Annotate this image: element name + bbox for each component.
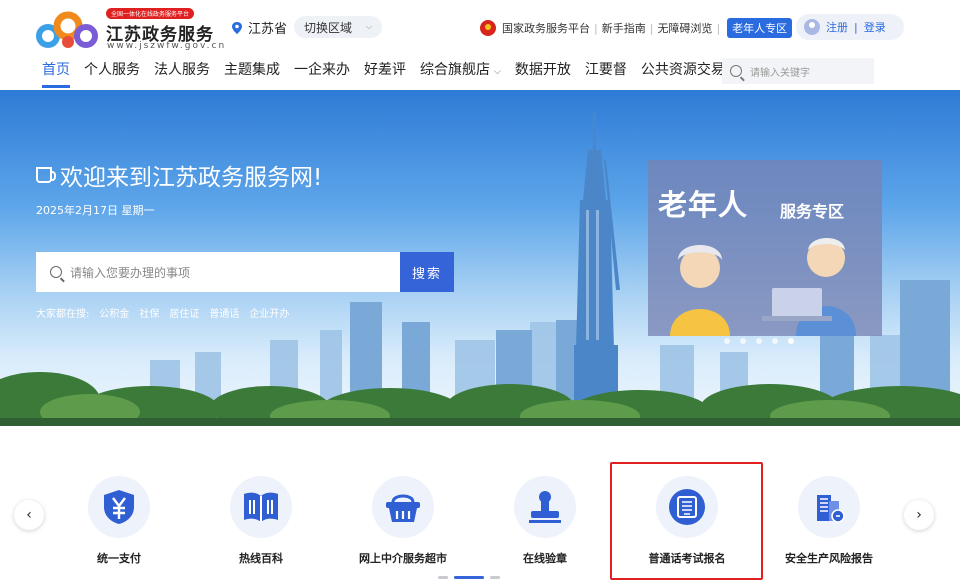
service-label: 热线百科 xyxy=(239,552,283,565)
login-separator: | xyxy=(854,20,858,34)
banner-title: 老年人 xyxy=(658,188,749,222)
link-separator: | xyxy=(716,21,721,35)
banner-pagination xyxy=(724,338,794,344)
nav-public-resources[interactable]: 公共资源交易 xyxy=(641,56,725,88)
region-switch-button[interactable]: 切换区域 ⌵ xyxy=(294,16,383,38)
top-links: 国家政务服务平台 | 新手指南 | 无障碍浏览 | 老年人专区 xyxy=(480,18,814,38)
service-icon-circle xyxy=(514,476,576,538)
service-carousel: ‹ 统一支付 热线百科 网上中介服务超市 在线验章 普通话考试报名 安全生产风险… xyxy=(0,426,960,586)
carousel-next-button[interactable]: › xyxy=(904,500,934,530)
service-icon-circle xyxy=(372,476,434,538)
nav-home[interactable]: 首页 xyxy=(42,56,70,88)
service-label: 安全生产风险报告 xyxy=(785,552,873,565)
banner-dot[interactable] xyxy=(772,338,778,344)
login-box: 注册 | 登录 xyxy=(796,14,904,40)
chevron-down-icon: ⌵ xyxy=(366,22,373,31)
hero-search-bar: 请输入您要办理的事项 搜索 xyxy=(36,252,454,292)
building-report-icon xyxy=(817,495,845,523)
service-icon-circle xyxy=(88,476,150,538)
seal-stamp-icon xyxy=(529,491,561,523)
nav-open-data[interactable]: 数据开放 xyxy=(515,56,571,88)
register-link[interactable]: 注册 xyxy=(826,19,848,35)
chevron-right-icon: › xyxy=(916,507,922,523)
service-unified-payment[interactable]: 统一支付 xyxy=(54,476,184,566)
chevron-left-icon: ‹ xyxy=(26,507,32,523)
hot-searches: 大家都在搜: 公积金 社保 居住证 普通话 企业开办 xyxy=(36,305,289,320)
banner-dot[interactable] xyxy=(724,338,730,344)
hot-term-social-security[interactable]: 社保 xyxy=(139,305,159,320)
carousel-page-indicator-active[interactable] xyxy=(454,576,484,579)
banner-dot[interactable] xyxy=(756,338,762,344)
current-region: 江苏省 xyxy=(232,18,287,37)
nav-personal[interactable]: 个人服务 xyxy=(84,56,140,88)
service-label: 网上中介服务超市 xyxy=(359,552,447,565)
user-avatar-icon xyxy=(804,19,820,35)
shopping-basket-icon xyxy=(386,494,420,522)
service-icon-circle xyxy=(230,476,292,538)
region-name: 江苏省 xyxy=(248,22,288,37)
search-icon xyxy=(50,266,62,278)
hot-term-business-startup[interactable]: 企业开办 xyxy=(249,305,289,320)
nav-flagship-label: 综合旗舰店 xyxy=(420,62,490,78)
banner-dot[interactable] xyxy=(740,338,746,344)
nav-themes[interactable]: 主题集成 xyxy=(224,56,280,88)
logo-badge: 全国一体化在线政务服务平台 xyxy=(106,8,195,19)
current-date: 2025年2月17日 星期一 xyxy=(36,204,155,217)
coffee-cup-icon xyxy=(36,167,56,183)
carousel-prev-button[interactable]: ‹ xyxy=(14,500,44,530)
main-nav: 首页 个人服务 法人服务 主题集成 一企来办 好差评 综合旗舰店 ⌵ 数据开放 江… xyxy=(42,56,739,88)
nav-enterprise[interactable]: 一企来办 xyxy=(294,56,350,88)
carousel-page-indicator[interactable] xyxy=(490,576,500,579)
banner-dot-active[interactable] xyxy=(788,338,794,344)
login-link[interactable]: 登录 xyxy=(864,19,886,35)
national-emblem-icon xyxy=(480,20,496,36)
service-safety-risk-report[interactable]: 安全生产风险报告 xyxy=(764,476,894,566)
nav-search-input[interactable]: 请输入关键字 xyxy=(722,58,874,84)
link-national-platform[interactable]: 国家政务服务平台 xyxy=(502,20,590,36)
hot-term-mandarin[interactable]: 普通话 xyxy=(209,305,239,320)
service-online-seal-check[interactable]: 在线验章 xyxy=(480,476,610,566)
banner-subtitle: 服务专区 xyxy=(780,202,845,221)
link-accessibility[interactable]: 无障碍浏览 xyxy=(657,20,712,36)
service-hotline-wiki[interactable]: 热线百科 xyxy=(196,476,326,566)
hero-banner: 欢迎来到江苏政务服务网! 2025年2月17日 星期一 请输入您要办理的事项 搜… xyxy=(0,90,960,426)
welcome-text: 欢迎来到江苏政务服务网! xyxy=(60,165,323,191)
region-switch-label: 切换区域 xyxy=(304,20,353,35)
highlight-annotation xyxy=(610,462,763,580)
nav-flagship[interactable]: 综合旗舰店 ⌵ xyxy=(420,56,501,88)
nav-supervision[interactable]: 江要督 xyxy=(585,56,627,88)
link-beginner-guide[interactable]: 新手指南 xyxy=(602,20,646,36)
logo-mark-icon xyxy=(36,11,98,48)
elder-zone-button[interactable]: 老年人专区 xyxy=(727,18,793,38)
service-label: 统一支付 xyxy=(97,552,141,565)
hero-search-input[interactable]: 请输入您要办理的事项 xyxy=(36,252,400,292)
link-separator: | xyxy=(649,21,654,35)
search-icon xyxy=(730,65,742,77)
hero-search-placeholder: 请输入您要办理的事项 xyxy=(70,265,191,280)
service-label: 在线验章 xyxy=(523,552,567,565)
link-separator: | xyxy=(594,21,598,35)
service-icon-circle xyxy=(798,476,860,538)
chevron-down-icon: ⌵ xyxy=(494,67,501,77)
hot-term-residence-permit[interactable]: 居住证 xyxy=(169,305,199,320)
location-pin-icon xyxy=(232,21,242,34)
logo-url: www.jszwfw.gov.cn xyxy=(107,41,227,51)
yuan-shield-icon xyxy=(104,490,134,524)
carousel-page-indicator[interactable] xyxy=(438,576,448,579)
carousel-pagination xyxy=(438,576,500,579)
hot-searches-prefix: 大家都在搜: xyxy=(36,309,90,320)
hero-search-button[interactable]: 搜索 xyxy=(400,252,454,292)
welcome-heading: 欢迎来到江苏政务服务网! xyxy=(36,158,322,192)
nav-search-placeholder: 请输入关键字 xyxy=(750,67,810,79)
open-book-icon xyxy=(244,492,278,522)
site-header: 全国一体化在线政务服务平台 江苏政务服务 www.jszwfw.gov.cn 江… xyxy=(0,0,960,90)
nav-legal-entity[interactable]: 法人服务 xyxy=(154,56,210,88)
service-intermediary-market[interactable]: 网上中介服务超市 xyxy=(338,476,468,566)
elder-service-banner[interactable]: 老年人 服务专区 xyxy=(648,160,882,336)
hot-term-housing-fund[interactable]: 公积金 xyxy=(99,305,129,320)
nav-evaluation[interactable]: 好差评 xyxy=(364,56,406,88)
site-logo[interactable]: 全国一体化在线政务服务平台 江苏政务服务 www.jszwfw.gov.cn xyxy=(36,6,224,52)
